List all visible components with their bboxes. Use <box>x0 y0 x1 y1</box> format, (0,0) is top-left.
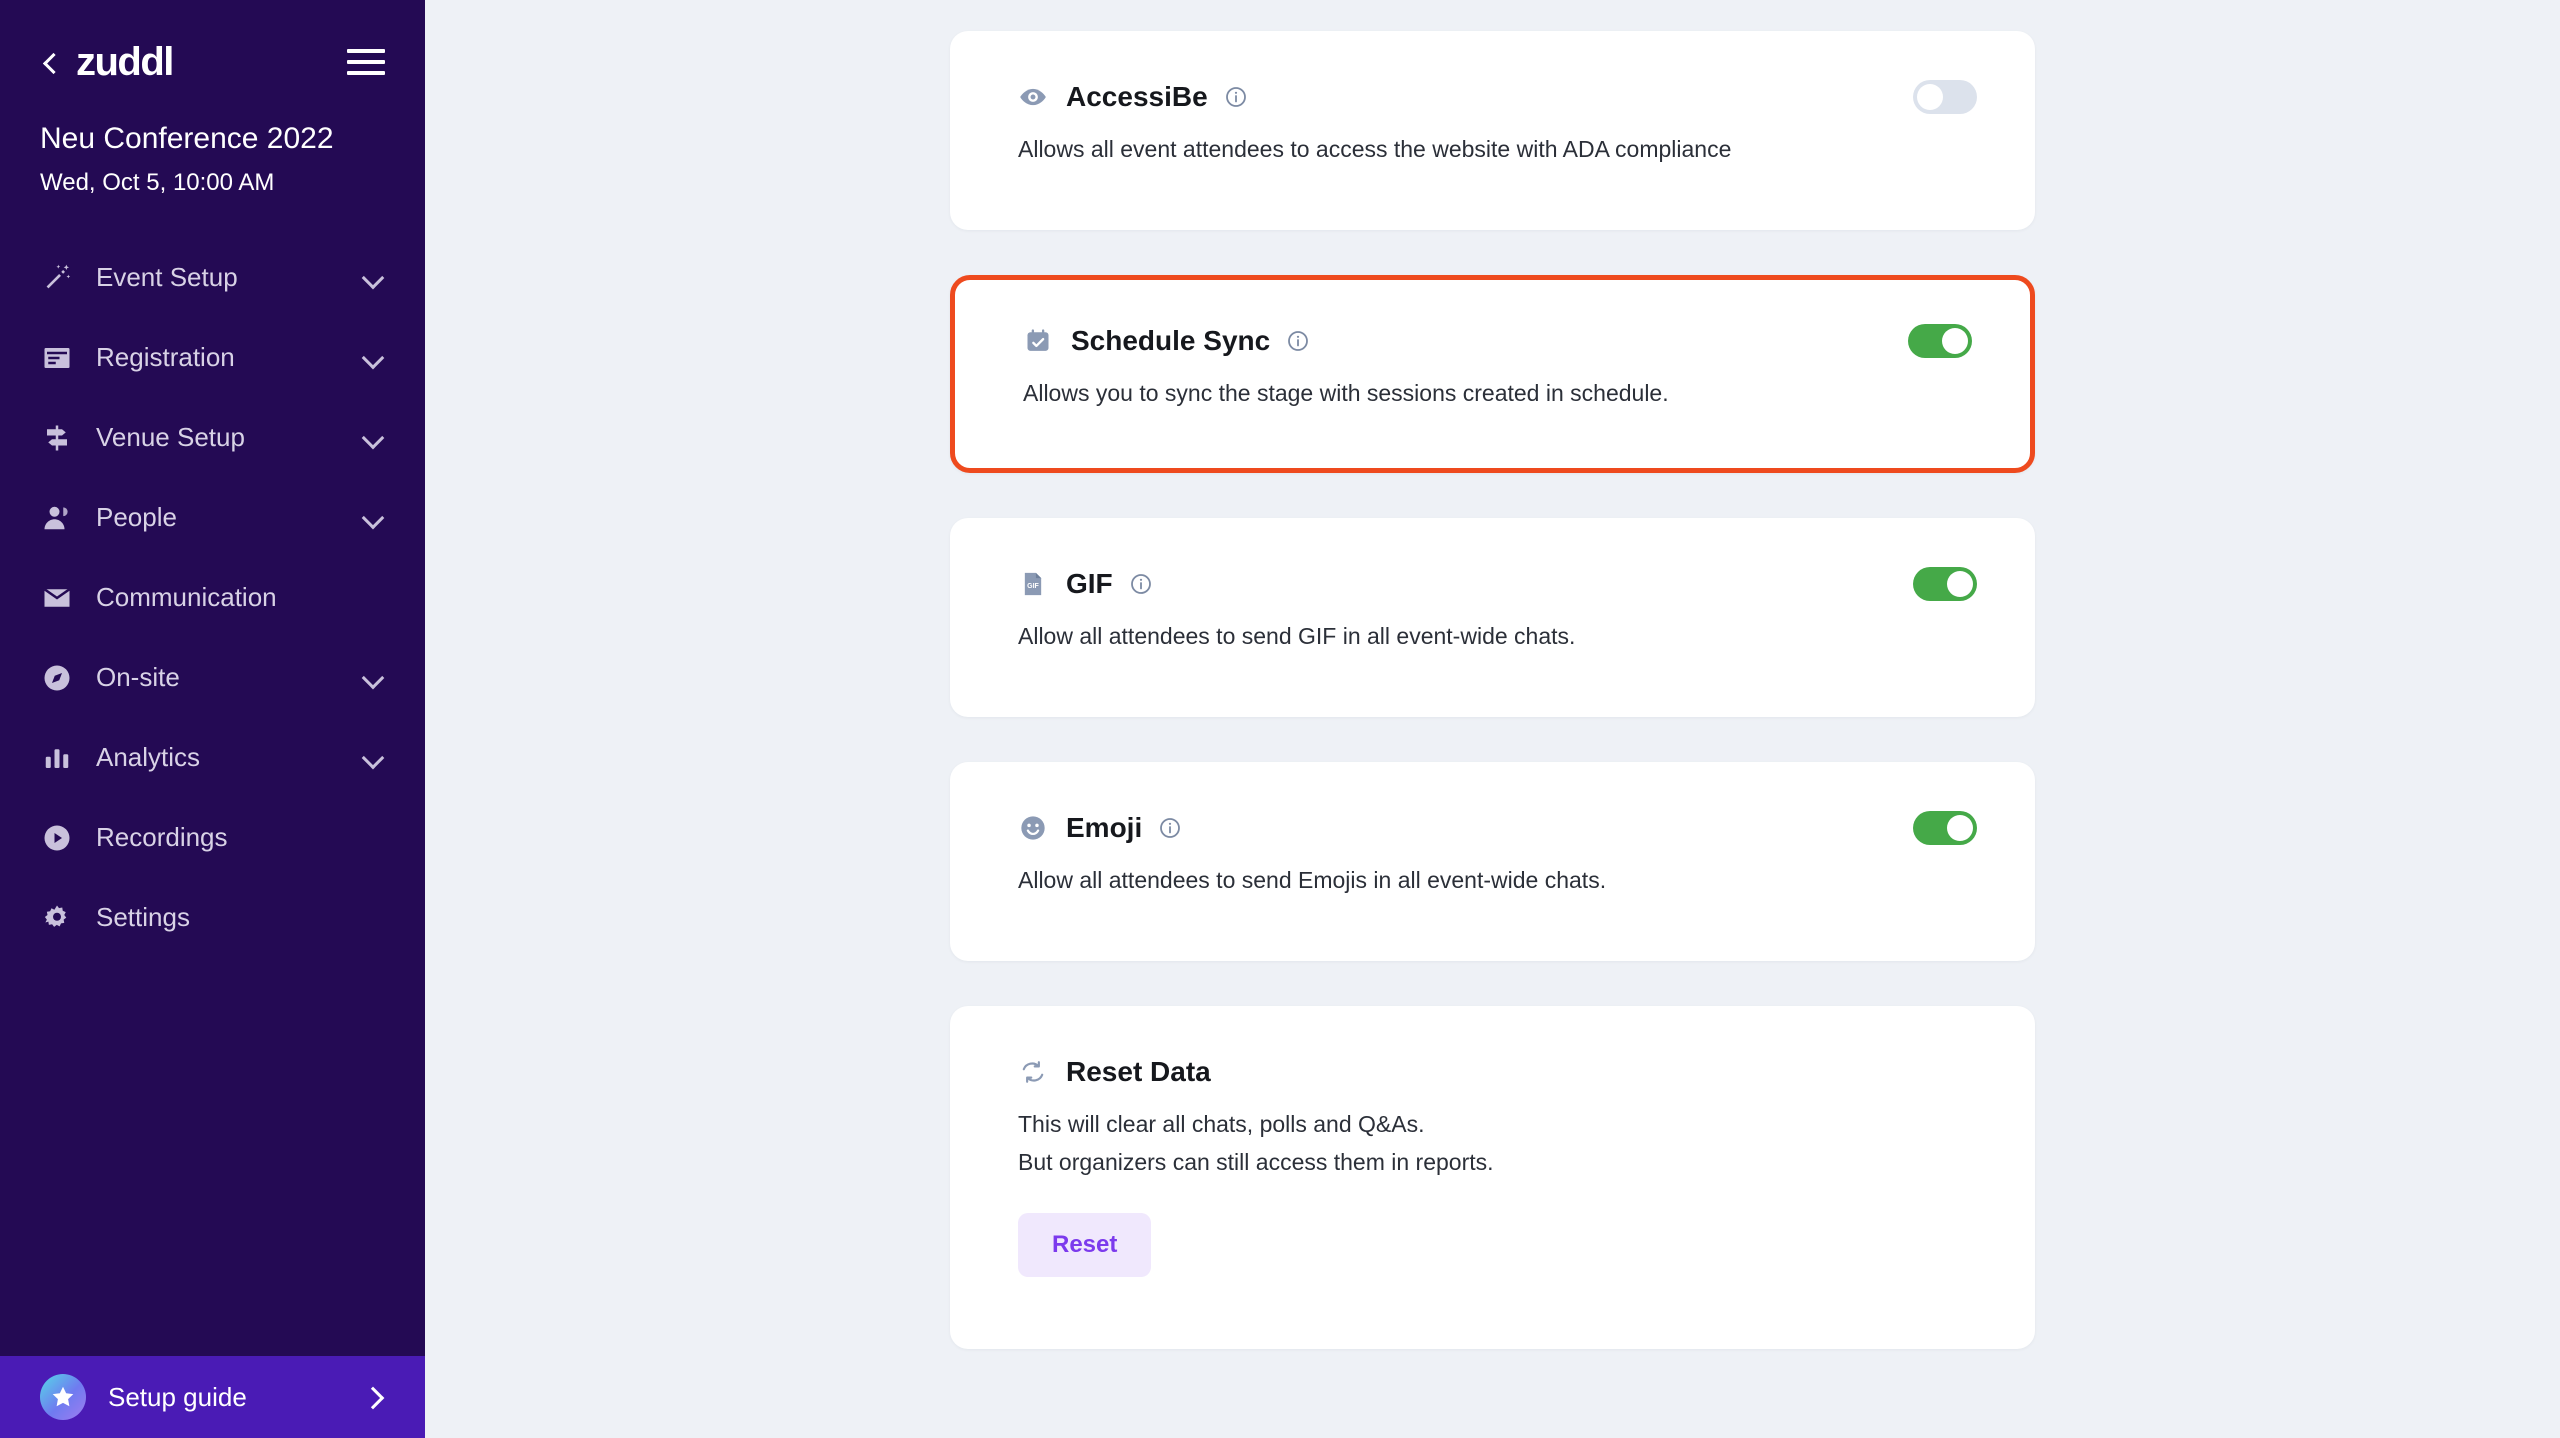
event-date: Wed, Oct 5, 10:00 AM <box>40 168 275 196</box>
reset-button[interactable]: Reset <box>1018 1213 1152 1278</box>
settings-card-gif: GIF GIF Allow all attendees to send GIF … <box>950 517 2035 718</box>
sidebar-item-event-setup[interactable]: Event Setup <box>0 238 425 318</box>
card-description-line2: But organizers can still access them in … <box>1018 1148 1494 1175</box>
sidebar-item-label: People <box>96 502 177 532</box>
chevron-down-icon[interactable] <box>361 746 385 770</box>
zuddl-logo: zuddl <box>76 40 174 84</box>
sidebar-nav: Event Setup Registration Venue Setup Peo… <box>0 238 425 958</box>
compass-icon <box>40 661 74 695</box>
card-bottom-padding <box>950 897 2035 961</box>
card-bottom-padding <box>950 1277 2035 1349</box>
app-root: zuddl Neu Conference 2022 Wed, Oct 5, 10… <box>0 0 2560 1438</box>
toggle-knob <box>1947 815 1973 842</box>
sidebar-item-on-site[interactable]: On-site <box>0 638 425 718</box>
setup-guide-button[interactable]: Setup guide <box>0 1356 425 1438</box>
refresh-icon <box>1018 1057 1048 1087</box>
settings-card-accessibe: AccessiBe Allows all event attendees to … <box>950 31 2035 231</box>
setup-guide-label: Setup guide <box>108 1381 247 1412</box>
event-info: Neu Conference 2022 Wed, Oct 5, 10:00 AM <box>0 84 425 198</box>
event-name: Neu Conference 2022 <box>40 122 334 155</box>
sidebar-item-registration[interactable]: Registration <box>0 318 425 398</box>
card-title: Emoji <box>1066 812 1143 844</box>
sidebar-item-label: Settings <box>96 902 190 932</box>
person-icon <box>40 501 74 535</box>
chevron-left-icon[interactable] <box>40 52 60 72</box>
main-content: AccessiBe Allows all event attendees to … <box>425 0 2560 1438</box>
sidebar-item-settings[interactable]: Settings <box>0 878 425 958</box>
card-title: GIF <box>1066 567 1113 599</box>
card-description: Allow all attendees to send GIF in all e… <box>1018 622 1576 649</box>
sidebar-item-label: Event Setup <box>96 262 238 292</box>
card-header: AccessiBe <box>950 77 2035 117</box>
card-title: AccessiBe <box>1066 81 1208 112</box>
play-circle-icon <box>40 821 74 855</box>
sidebar-item-label: Venue Setup <box>96 422 245 452</box>
toggle-gif[interactable] <box>1913 566 1977 601</box>
card-bottom-padding <box>955 411 2030 468</box>
card-description-line1: This will clear all chats, polls and Q&A… <box>1018 1111 1425 1138</box>
toggle-knob <box>1942 328 1968 355</box>
card-header: Schedule Sync <box>955 321 2030 361</box>
toggle-knob <box>1947 570 1973 597</box>
toggle-schedule-sync[interactable] <box>1908 324 1972 359</box>
sidebar-item-label: Analytics <box>96 742 201 772</box>
card-header: GIF GIF <box>950 564 2035 604</box>
info-circle-icon[interactable] <box>1224 85 1248 109</box>
sidebar-item-label: Recordings <box>96 822 228 852</box>
chevron-down-icon[interactable] <box>361 346 385 370</box>
chevron-down-icon[interactable] <box>361 666 385 690</box>
card-header: Reset Data <box>950 1052 2035 1092</box>
card-title: Schedule Sync <box>1071 325 1271 357</box>
chevron-down-icon[interactable] <box>361 426 385 450</box>
calendar-check-icon <box>1023 326 1053 356</box>
card-bottom-padding <box>950 166 2035 230</box>
sidebar-item-venue-setup[interactable]: Venue Setup <box>0 398 425 478</box>
card-description: Allow all attendees to send Emojis in al… <box>1018 867 1607 894</box>
info-circle-icon[interactable] <box>1158 816 1182 840</box>
magic-wand-icon <box>40 261 74 295</box>
sidebar-item-label: Communication <box>96 582 277 612</box>
card-bottom-padding <box>950 653 2035 717</box>
gif-file-icon: GIF <box>1018 569 1048 599</box>
toggle-accessibe[interactable] <box>1913 80 1977 114</box>
sidebar-item-communication[interactable]: Communication <box>0 558 425 638</box>
sidebar-item-analytics[interactable]: Analytics <box>0 718 425 798</box>
brand-row: zuddl <box>40 40 385 84</box>
info-circle-icon[interactable] <box>1286 329 1310 353</box>
card-header: Emoji <box>950 808 2035 848</box>
settings-card-schedule-sync: Schedule Sync Allows you to sync the sta… <box>950 275 2035 473</box>
settings-card-emoji: Emoji Allow all attendees to send Emojis… <box>950 762 2035 962</box>
smiley-face-icon <box>1018 813 1048 843</box>
toggle-emoji[interactable] <box>1913 811 1977 846</box>
brand-group[interactable]: zuddl <box>40 40 174 84</box>
card-description: Allows you to sync the stage with sessio… <box>1023 380 1669 407</box>
gear-icon <box>40 901 74 935</box>
sidebar-item-label: Registration <box>96 342 235 372</box>
sidebar: zuddl Neu Conference 2022 Wed, Oct 5, 10… <box>0 0 425 1438</box>
sidebar-item-people[interactable]: People <box>0 478 425 558</box>
sidebar-header: zuddl <box>0 0 425 84</box>
envelope-icon <box>40 581 74 615</box>
sidebar-item-recordings[interactable]: Recordings <box>0 798 425 878</box>
chevron-down-icon[interactable] <box>361 506 385 530</box>
star-badge-icon <box>40 1374 86 1420</box>
form-card-icon <box>40 341 74 375</box>
card-title: Reset Data <box>1066 1056 1211 1088</box>
signpost-icon <box>40 421 74 455</box>
sidebar-item-label: On-site <box>96 662 180 692</box>
hamburger-menu-icon[interactable] <box>347 49 385 75</box>
toggle-knob <box>1917 84 1943 110</box>
chevron-down-icon[interactable] <box>361 266 385 290</box>
svg-text:GIF: GIF <box>1027 583 1039 590</box>
info-circle-icon[interactable] <box>1129 572 1153 596</box>
settings-card-reset-data: Reset Data This will clear all chats, po… <box>950 1006 2035 1350</box>
settings-card-list: AccessiBe Allows all event attendees to … <box>950 0 2035 1350</box>
eye-icon <box>1018 82 1048 112</box>
bar-chart-icon <box>40 741 74 775</box>
card-description: Allows all event attendees to access the… <box>1018 136 1732 162</box>
chevron-right-icon[interactable] <box>361 1385 385 1409</box>
